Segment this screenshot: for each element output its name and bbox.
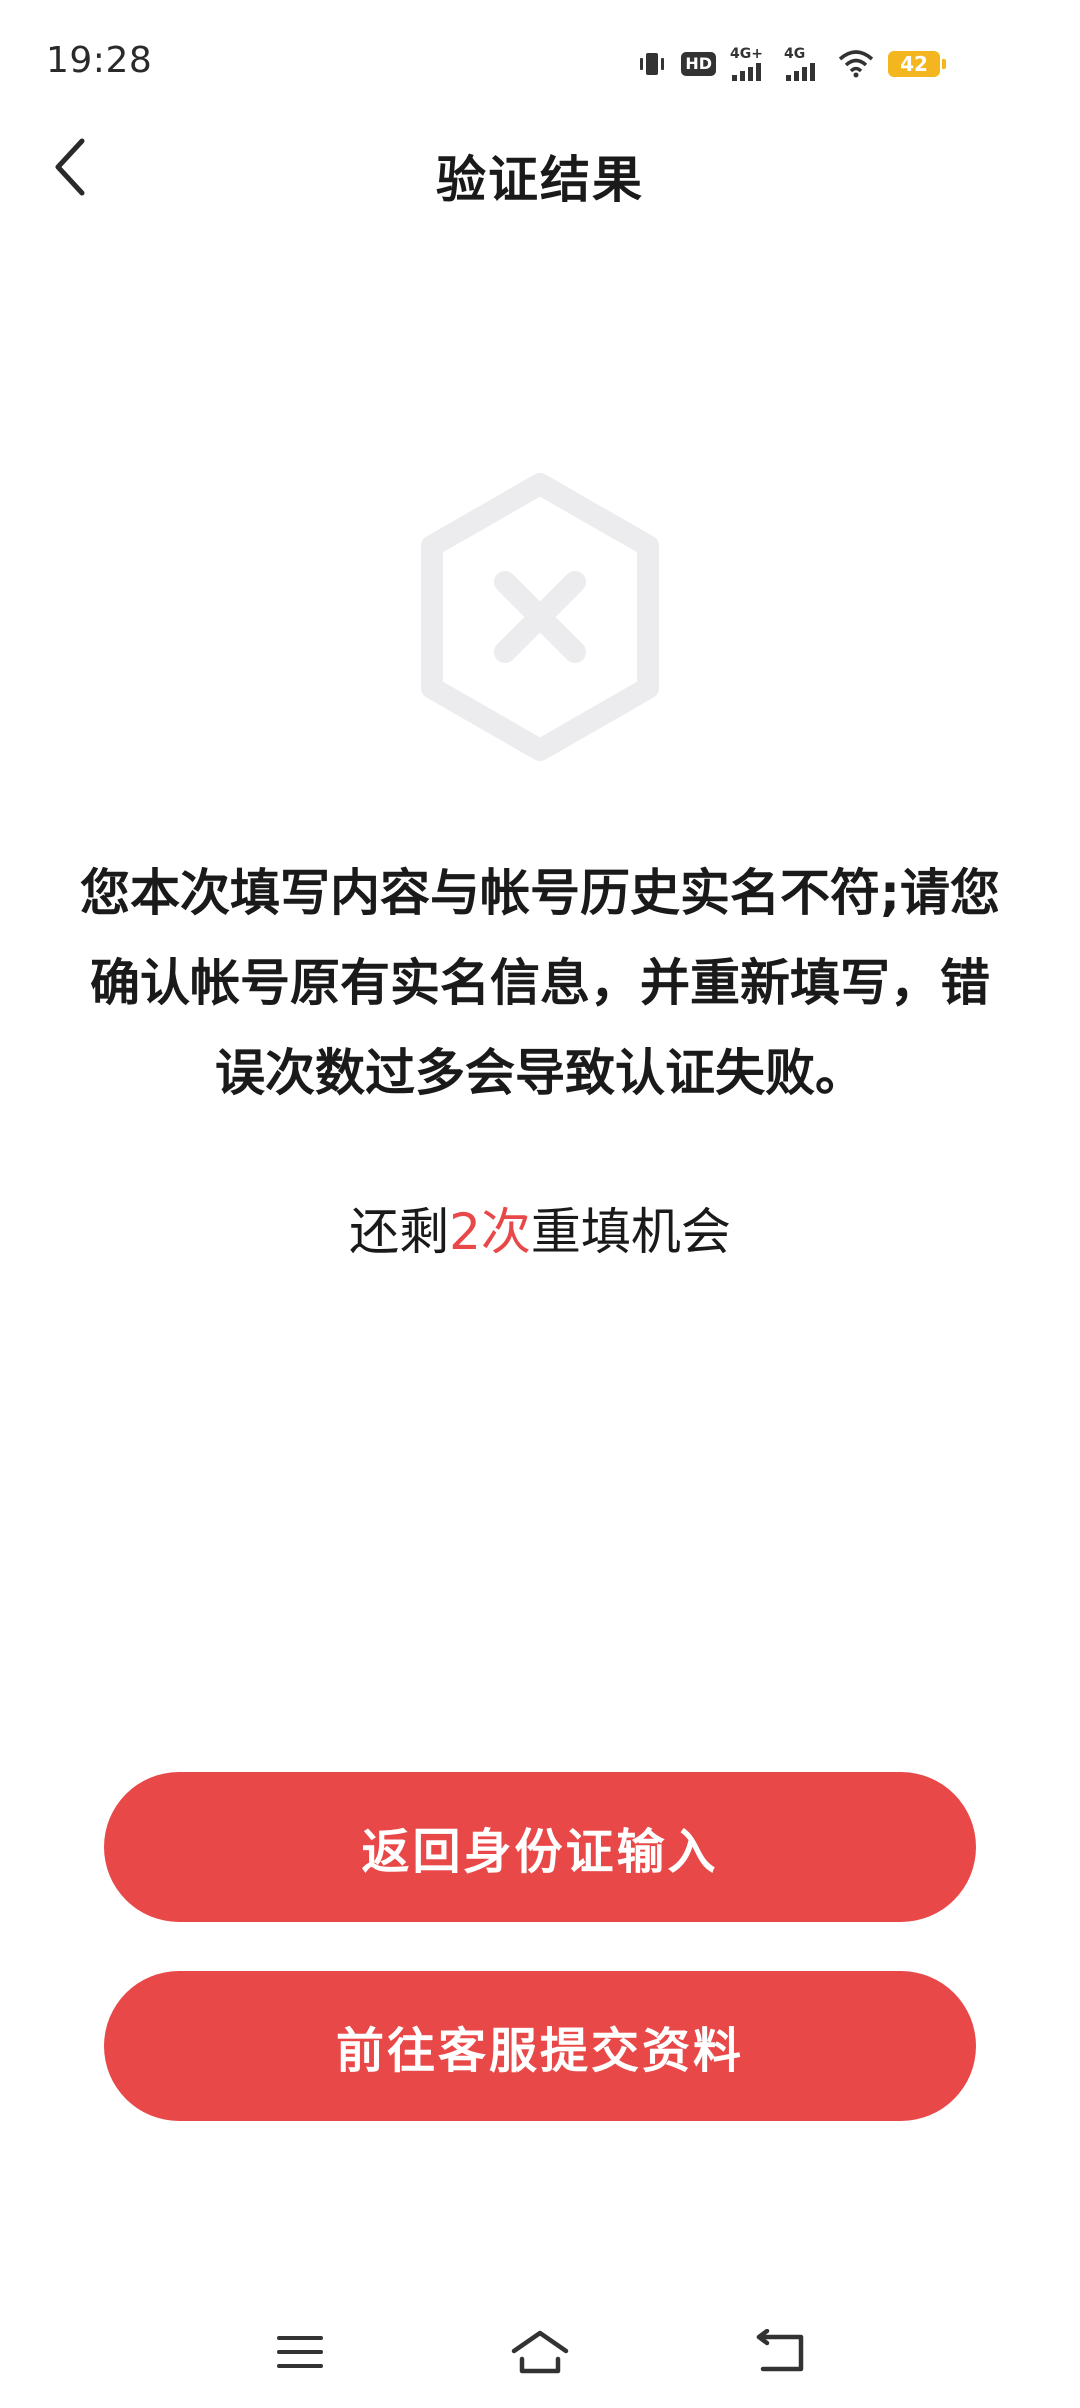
status-icons: HD 4G+ 4G 42 xyxy=(637,42,946,86)
status-bar: 19:28 HD 4G+ 4G 42 xyxy=(0,0,1080,120)
nav-menu-button[interactable] xyxy=(260,2322,340,2386)
remaining-attempts: 还剩2次重填机会 xyxy=(0,1192,1080,1264)
signal-4g-icon: 4G xyxy=(784,47,824,81)
hd-icon: HD xyxy=(681,52,716,76)
menu-icon xyxy=(275,2332,325,2376)
app-screen: 19:28 HD 4G+ 4G 42 验证结果 您本次填写内容与帐号历史实名不符… xyxy=(0,0,1080,2408)
header: 验证结果 xyxy=(0,120,1080,220)
nav-back-button[interactable] xyxy=(740,2322,820,2386)
hd-label: HD xyxy=(681,52,716,76)
status-time: 19:28 xyxy=(46,40,153,81)
back-to-id-input-button[interactable]: 返回身份证输入 xyxy=(104,1772,976,1922)
battery-icon: 42 xyxy=(888,51,946,77)
remaining-count: 2次 xyxy=(449,1203,531,1261)
vibrate-icon xyxy=(637,49,667,79)
page-title: 验证结果 xyxy=(436,151,644,209)
remaining-suffix: 重填机会 xyxy=(530,1203,731,1261)
signal-4g-plus-icon: 4G+ xyxy=(730,47,770,81)
home-icon xyxy=(510,2329,570,2379)
nav-home-button[interactable] xyxy=(500,2322,580,2386)
remaining-prefix: 还剩 xyxy=(349,1203,450,1261)
back-icon xyxy=(755,2328,805,2379)
hexagon-x-icon xyxy=(410,472,670,762)
net1-label: 4G+ xyxy=(730,46,763,62)
net2-label: 4G xyxy=(784,46,806,62)
navigation-bar xyxy=(0,2300,1080,2408)
wifi-icon xyxy=(838,49,874,79)
go-to-support-button[interactable]: 前往客服提交资料 xyxy=(104,1971,976,2121)
result-message: 您本次填写内容与帐号历史实名不符;请您确认帐号原有实名信息，并重新填写，错误次数… xyxy=(80,864,1000,1102)
